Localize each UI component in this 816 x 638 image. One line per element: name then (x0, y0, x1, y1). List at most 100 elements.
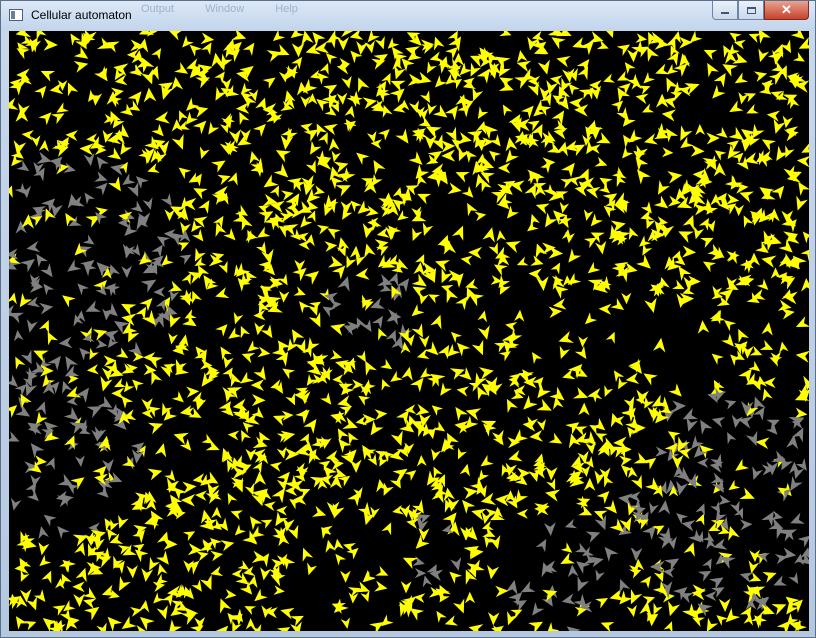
inactive-agent-arrowhead-icon (705, 590, 717, 601)
active-agent-arrowhead-icon (576, 498, 591, 509)
active-agent-arrowhead-icon (328, 138, 340, 152)
active-agent-arrowhead-icon (186, 97, 200, 111)
active-agent-arrowhead-icon (327, 228, 341, 240)
active-agent-arrowhead-icon (19, 292, 33, 308)
active-agent-arrowhead-icon (583, 477, 596, 491)
active-agent-arrowhead-icon (130, 607, 143, 617)
active-agent-arrowhead-icon (716, 295, 730, 307)
inactive-agent-arrowhead-icon (788, 572, 799, 584)
title-bar[interactable]: Cellular automaton Output Window Help ✕ (1, 1, 815, 31)
active-agent-arrowhead-icon (762, 388, 773, 402)
inactive-agent-arrowhead-icon (124, 222, 138, 236)
simulation-canvas[interactable] (9, 31, 809, 631)
inactive-agent-arrowhead-icon (40, 263, 53, 278)
active-agent-arrowhead-icon (173, 432, 189, 445)
active-agent-arrowhead-icon (502, 104, 513, 117)
active-agent-arrowhead-icon (356, 152, 370, 165)
active-agent-arrowhead-icon (200, 574, 212, 591)
active-agent-arrowhead-icon (214, 71, 225, 84)
active-agent-arrowhead-icon (639, 575, 651, 589)
active-agent-arrowhead-icon (132, 379, 144, 392)
inactive-agent-arrowhead-icon (790, 512, 805, 524)
active-agent-arrowhead-icon (211, 160, 226, 173)
inactive-agent-arrowhead-icon (567, 564, 579, 578)
active-agent-arrowhead-icon (171, 119, 183, 132)
active-agent-arrowhead-icon (668, 383, 682, 397)
inactive-agent-arrowhead-icon (727, 432, 737, 445)
active-agent-arrowhead-icon (598, 303, 612, 315)
active-agent-arrowhead-icon (231, 568, 243, 579)
inactive-agent-arrowhead-icon (35, 401, 46, 415)
active-agent-arrowhead-icon (487, 612, 500, 626)
active-agent-arrowhead-icon (583, 209, 594, 221)
inactive-agent-arrowhead-icon (628, 491, 641, 503)
active-agent-arrowhead-icon (726, 250, 737, 265)
active-agent-arrowhead-icon (487, 564, 500, 580)
active-agent-arrowhead-icon (801, 142, 809, 153)
active-agent-arrowhead-icon (208, 121, 220, 135)
active-agent-arrowhead-icon (174, 62, 189, 74)
active-agent-arrowhead-icon (516, 256, 529, 266)
active-agent-arrowhead-icon (474, 211, 487, 222)
app-icon[interactable] (9, 9, 23, 21)
active-agent-arrowhead-icon (758, 48, 770, 63)
active-agent-arrowhead-icon (795, 350, 809, 363)
active-agent-arrowhead-icon (766, 110, 781, 122)
minimize-button[interactable] (712, 1, 738, 20)
active-agent-arrowhead-icon (38, 139, 49, 152)
active-agent-arrowhead-icon (636, 254, 651, 269)
active-agent-arrowhead-icon (415, 534, 430, 549)
active-agent-arrowhead-icon (594, 156, 608, 167)
active-agent-arrowhead-icon (269, 461, 283, 472)
active-agent-arrowhead-icon (619, 455, 632, 467)
active-agent-arrowhead-icon (15, 31, 32, 38)
active-agent-arrowhead-icon (108, 176, 121, 192)
inactive-agent-arrowhead-icon (153, 286, 166, 298)
active-agent-arrowhead-icon (74, 242, 88, 256)
active-agent-arrowhead-icon (715, 126, 728, 138)
active-agent-arrowhead-icon (428, 294, 441, 304)
active-agent-arrowhead-icon (771, 604, 787, 616)
active-agent-arrowhead-icon (295, 409, 310, 425)
active-agent-arrowhead-icon (126, 565, 138, 579)
active-agent-arrowhead-icon (756, 278, 769, 290)
active-agent-arrowhead-icon (545, 489, 561, 502)
active-agent-arrowhead-icon (534, 503, 550, 516)
active-agent-arrowhead-icon (249, 516, 263, 531)
active-agent-arrowhead-icon (505, 241, 522, 253)
active-agent-arrowhead-icon (287, 524, 299, 540)
active-agent-arrowhead-icon (247, 229, 258, 244)
active-agent-arrowhead-icon (219, 598, 232, 614)
active-agent-arrowhead-icon (227, 492, 238, 506)
maximize-button[interactable] (738, 1, 764, 20)
active-agent-arrowhead-icon (319, 62, 329, 75)
inactive-agent-arrowhead-icon (38, 526, 49, 540)
active-agent-arrowhead-icon (38, 541, 50, 556)
active-agent-arrowhead-icon (33, 350, 49, 363)
active-agent-arrowhead-icon (779, 341, 789, 353)
active-agent-arrowhead-icon (682, 245, 697, 258)
active-agent-arrowhead-icon (223, 227, 236, 241)
active-agent-arrowhead-icon (413, 593, 426, 604)
active-agent-arrowhead-icon (87, 543, 99, 557)
active-agent-arrowhead-icon (551, 110, 565, 126)
close-button[interactable]: ✕ (764, 1, 809, 20)
active-agent-arrowhead-icon (271, 488, 285, 504)
active-agent-arrowhead-icon (164, 209, 175, 222)
ghost-menu-item: Help (275, 3, 298, 15)
active-agent-arrowhead-icon (154, 443, 167, 458)
active-agent-arrowhead-icon (548, 432, 563, 444)
inactive-agent-arrowhead-icon (83, 153, 95, 167)
active-agent-arrowhead-icon (41, 570, 52, 584)
active-agent-arrowhead-icon (335, 553, 347, 566)
active-agent-arrowhead-icon (642, 596, 656, 606)
active-agent-arrowhead-icon (147, 163, 160, 173)
active-agent-arrowhead-icon (635, 93, 649, 105)
inactive-agent-arrowhead-icon (681, 520, 696, 532)
inactive-agent-arrowhead-icon (700, 419, 713, 435)
inactive-agent-arrowhead-icon (30, 442, 45, 459)
active-agent-arrowhead-icon (657, 179, 670, 195)
active-agent-arrowhead-icon (761, 139, 776, 151)
active-agent-arrowhead-icon (340, 201, 353, 215)
active-agent-arrowhead-icon (168, 499, 184, 513)
